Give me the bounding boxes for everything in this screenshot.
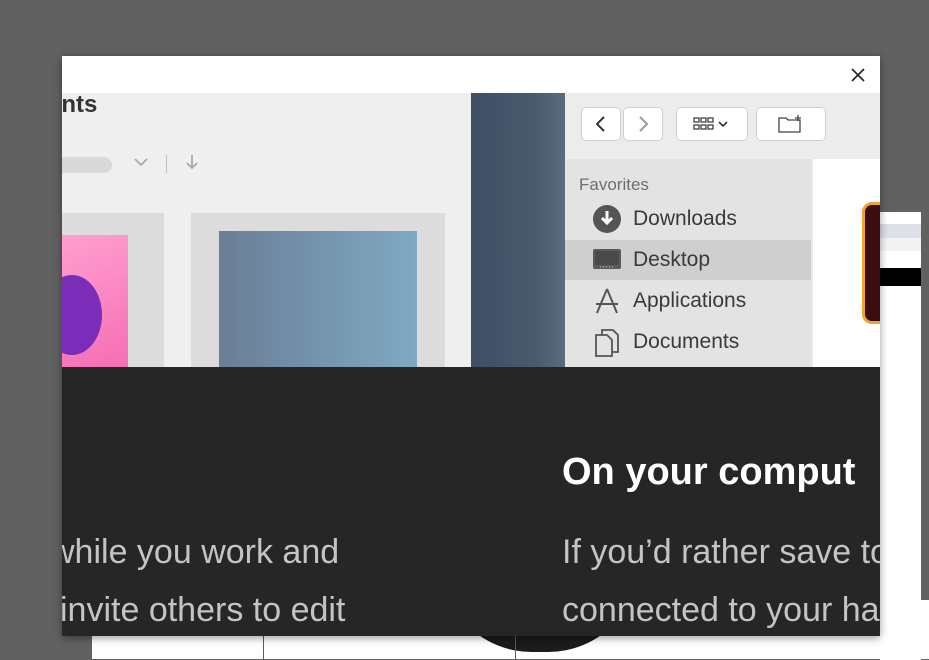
- chevron-left-icon: [595, 116, 605, 132]
- caption-left-text: invite others to edit: [62, 591, 346, 629]
- sidebar-item-label: Documents: [633, 330, 740, 353]
- forward-button[interactable]: [623, 107, 663, 141]
- applications-icon: [591, 287, 623, 315]
- documents-icon: [591, 328, 623, 357]
- sidebar-item-desktop[interactable]: Desktop: [565, 240, 811, 280]
- caption-right-text: connected to your ha: [562, 591, 880, 629]
- desktop-icon: [591, 246, 623, 274]
- sidebar-item-label: Downloads: [633, 207, 737, 230]
- background-panel-bar: [880, 224, 921, 238]
- selected-file-thumbnail[interactable]: [862, 202, 880, 324]
- search-field: [62, 157, 112, 173]
- background-panel-bar: [880, 238, 921, 251]
- view-options-button[interactable]: [676, 107, 748, 141]
- new-folder-button[interactable]: [756, 107, 826, 141]
- finder-content-area: [813, 159, 880, 367]
- background-panel: [880, 212, 921, 660]
- onboarding-dialog: ents: [62, 56, 880, 636]
- caption-left-text: while you work and: [62, 533, 340, 571]
- caption-right-text: If you’d rather save to: [562, 533, 880, 571]
- thumbnail-artwork: [62, 275, 102, 355]
- caption-title: On your comput: [562, 451, 856, 493]
- document-thumbnail: [62, 235, 128, 367]
- dialog-titlebar: [62, 56, 880, 93]
- favorites-label: Favorites: [579, 175, 649, 194]
- caption-area: On your comput while you work and invite…: [62, 367, 880, 636]
- cloud-documents-title: ents: [62, 93, 98, 118]
- background-guide-line: [515, 636, 516, 659]
- finder-toolbar: [565, 93, 880, 159]
- sidebar-item-downloads[interactable]: Downloads: [565, 199, 811, 239]
- sidebar-item-documents[interactable]: Documents: [565, 322, 811, 362]
- sidebar-item-label: Desktop: [633, 248, 711, 271]
- sidebar-item-label: Applications: [633, 289, 747, 312]
- background-guide-line: [263, 636, 264, 659]
- hero-illustration: ents: [62, 93, 880, 367]
- downloads-icon: [591, 205, 623, 233]
- back-button[interactable]: [581, 107, 621, 141]
- sort-arrow-icon: [186, 155, 198, 170]
- sidebar-item-applications[interactable]: Applications: [565, 281, 811, 321]
- illustration-divider: [471, 93, 565, 367]
- finder-window: Favorites Downloads Desktop Applications…: [565, 93, 880, 367]
- finder-sidebar: Favorites Downloads Desktop Applications…: [565, 159, 811, 367]
- grid-view-icon: [693, 117, 728, 130]
- background-panel-bar: [880, 268, 921, 286]
- toolbar-divider: [166, 155, 167, 173]
- close-icon: [851, 68, 865, 82]
- close-button[interactable]: [848, 65, 868, 85]
- chevron-right-icon: [639, 116, 649, 132]
- document-thumbnail: [219, 231, 417, 367]
- new-folder-icon: [778, 115, 801, 133]
- chevron-down-icon: [134, 158, 148, 167]
